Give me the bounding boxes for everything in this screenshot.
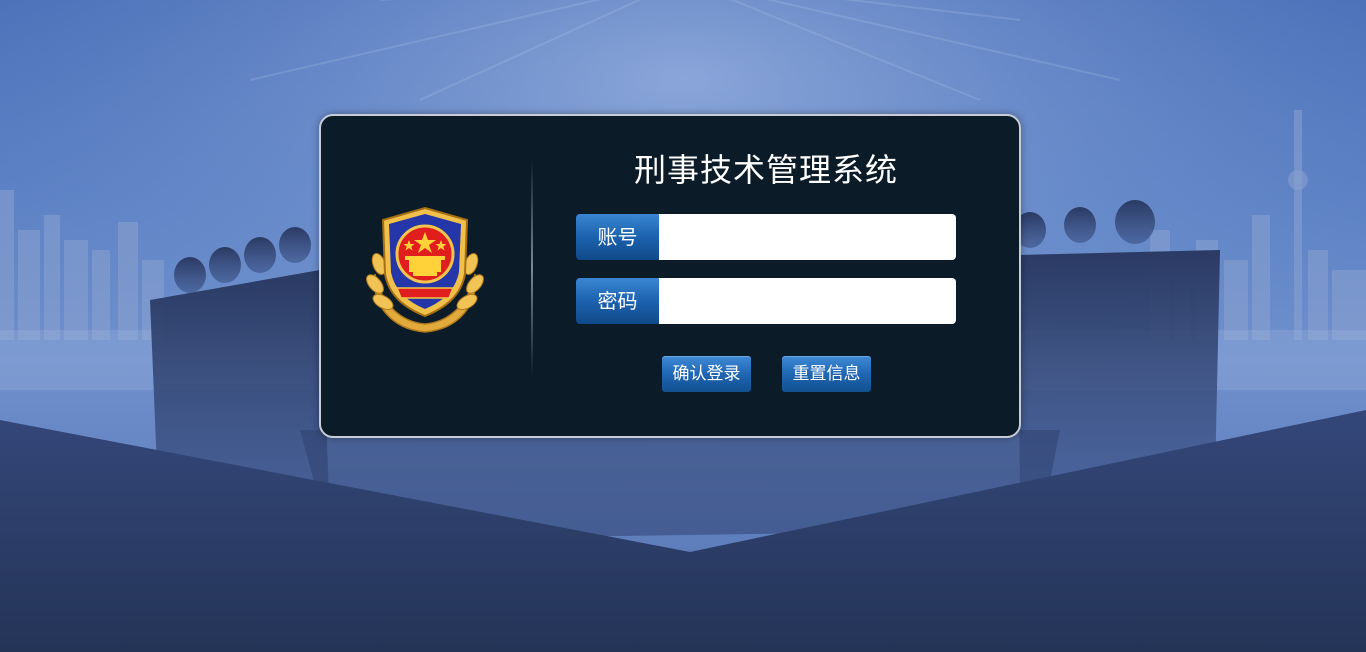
police-emblem-icon	[366, 206, 484, 333]
account-input[interactable]	[659, 214, 956, 260]
password-label: 密码	[576, 278, 659, 324]
account-field: 账号	[576, 214, 956, 260]
login-page: 刑事技术管理系统 账号 密码 确认登录 重置信息	[0, 0, 1366, 652]
reset-info-button[interactable]: 重置信息	[782, 356, 871, 392]
password-input[interactable]	[659, 278, 956, 324]
password-field: 密码	[576, 278, 956, 324]
panel-divider	[531, 158, 533, 378]
confirm-login-button[interactable]: 确认登录	[662, 356, 751, 392]
login-panel: 刑事技术管理系统 账号 密码 确认登录 重置信息	[319, 114, 1021, 438]
account-label: 账号	[576, 214, 659, 260]
page-title: 刑事技术管理系统	[633, 151, 898, 189]
